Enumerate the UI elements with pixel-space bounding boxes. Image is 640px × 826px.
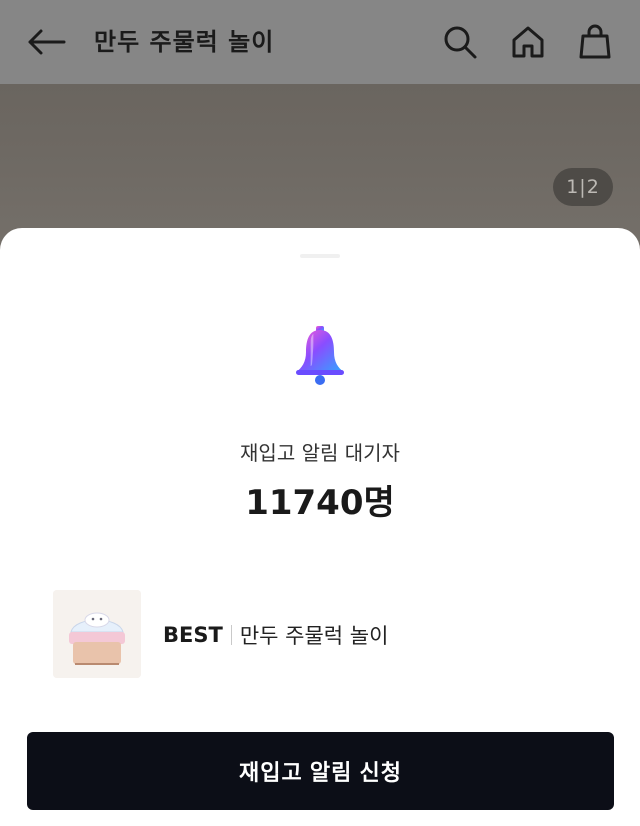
restock-alert-button[interactable]: 재입고 알림 신청 bbox=[27, 732, 614, 810]
best-badge: BEST bbox=[163, 623, 223, 647]
top-app-bar: 만두 주물럭 놀이 bbox=[0, 0, 640, 84]
bell-icon bbox=[296, 326, 344, 385]
shopping-bag-icon bbox=[579, 24, 611, 59]
waiting-label: 재입고 알림 대기자 bbox=[240, 441, 400, 465]
waiting-count: 11740명 bbox=[245, 483, 395, 523]
sheet-handle[interactable] bbox=[300, 254, 340, 258]
product-name: 만두 주물럭 놀이 bbox=[239, 624, 389, 648]
product-thumbnail-image bbox=[53, 590, 141, 678]
screen: 만두 주물럭 놀이 1|2 재입고 알림 대기자 11740명 BEST 만두 … bbox=[0, 0, 640, 826]
home-icon bbox=[512, 26, 544, 58]
arrow-left-icon bbox=[28, 29, 66, 55]
divider bbox=[230, 625, 232, 645]
page-title: 만두 주물럭 놀이 bbox=[94, 28, 275, 56]
home-button[interactable] bbox=[506, 20, 550, 64]
cart-button[interactable] bbox=[573, 20, 617, 64]
search-icon bbox=[444, 26, 477, 59]
product-title: BEST 만두 주물럭 놀이 bbox=[163, 618, 388, 652]
product-thumbnail bbox=[53, 590, 141, 678]
back-button[interactable] bbox=[24, 22, 68, 62]
search-button[interactable] bbox=[438, 20, 482, 64]
restock-alert-sheet: 재입고 알림 대기자 11740명 BEST 만두 주물럭 놀이 재입고 알림 … bbox=[0, 228, 640, 826]
image-page-counter: 1|2 bbox=[553, 168, 613, 206]
product-summary: BEST 만두 주물럭 놀이 bbox=[53, 590, 593, 680]
